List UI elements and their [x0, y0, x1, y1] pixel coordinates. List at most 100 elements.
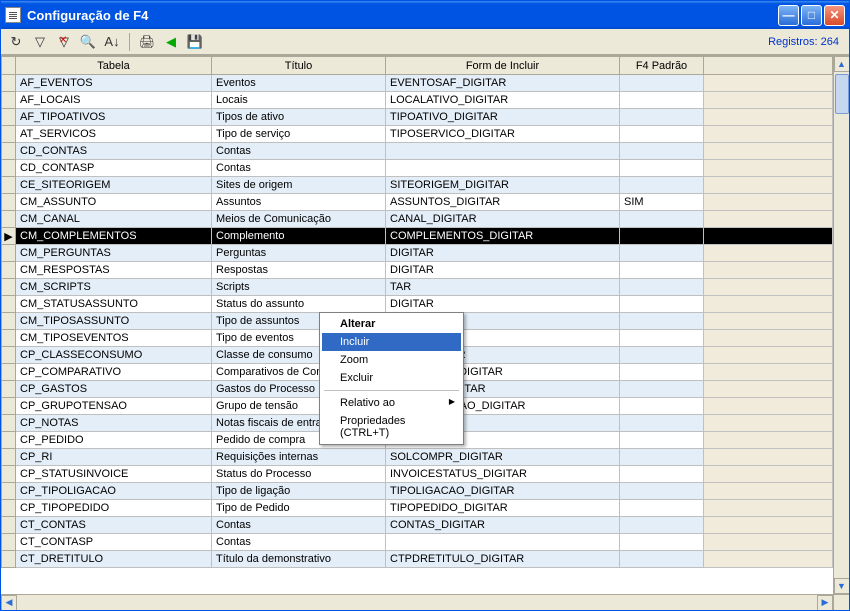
- cell-form[interactable]: SOLCOMPR_DIGITAR: [386, 449, 620, 466]
- menu-item-incluir[interactable]: Incluir: [322, 333, 461, 351]
- cell-form[interactable]: CTPDRETITULO_DIGITAR: [386, 551, 620, 568]
- vertical-scrollbar[interactable]: ▲ ▼: [833, 56, 849, 594]
- cell-padrao[interactable]: [620, 313, 704, 330]
- table-row[interactable]: CP_TIPOLIGACAOTipo de ligaçãoTIPOLIGACAO…: [2, 483, 833, 500]
- cell-titulo[interactable]: Contas: [212, 534, 386, 551]
- cell-tabela[interactable]: CM_STATUSASSUNTO: [16, 296, 212, 313]
- cell-tabela[interactable]: CT_DRETITULO: [16, 551, 212, 568]
- cell-tabela[interactable]: CP_GASTOS: [16, 381, 212, 398]
- cell-padrao[interactable]: [620, 449, 704, 466]
- cell-titulo[interactable]: Tipo de Pedido: [212, 500, 386, 517]
- cell-tabela[interactable]: CP_GRUPOTENSAO: [16, 398, 212, 415]
- cell-padrao[interactable]: [620, 177, 704, 194]
- table-row[interactable]: CM_RESPOSTASRespostasDIGITAR: [2, 262, 833, 279]
- scroll-down-button[interactable]: ▼: [834, 578, 850, 594]
- cell-tabela[interactable]: CD_CONTAS: [16, 143, 212, 160]
- cell-padrao[interactable]: [620, 398, 704, 415]
- table-row[interactable]: CT_CONTASContasCONTAS_DIGITAR: [2, 517, 833, 534]
- cell-padrao[interactable]: [620, 211, 704, 228]
- cell-titulo[interactable]: Eventos: [212, 75, 386, 92]
- menu-item-propriedades-ctrl-t-[interactable]: Propriedades (CTRL+T): [322, 412, 461, 442]
- cell-tabela[interactable]: CM_ASSUNTO: [16, 194, 212, 211]
- cell-tabela[interactable]: AF_EVENTOS: [16, 75, 212, 92]
- cell-titulo[interactable]: Respostas: [212, 262, 386, 279]
- col-padrao[interactable]: F4 Padrão: [620, 57, 704, 75]
- cell-tabela[interactable]: CM_TIPOSEVENTOS: [16, 330, 212, 347]
- save-icon[interactable]: 💾: [186, 33, 204, 51]
- cell-titulo[interactable]: Locais: [212, 92, 386, 109]
- cell-titulo[interactable]: Tipo de ligação: [212, 483, 386, 500]
- table-row[interactable]: CT_CONTASPContas: [2, 534, 833, 551]
- cell-form[interactable]: DIGITAR: [386, 245, 620, 262]
- prev-icon[interactable]: ◀: [162, 33, 180, 51]
- menu-item-relativo-ao[interactable]: Relativo ao: [322, 394, 461, 412]
- cell-tabela[interactable]: CD_CONTASP: [16, 160, 212, 177]
- cell-padrao[interactable]: [620, 347, 704, 364]
- table-row[interactable]: CP_STATUSINVOICEStatus do ProcessoINVOIC…: [2, 466, 833, 483]
- cell-titulo[interactable]: Scripts: [212, 279, 386, 296]
- table-row[interactable]: CP_RIRequisições internasSOLCOMPR_DIGITA…: [2, 449, 833, 466]
- cell-padrao[interactable]: [620, 551, 704, 568]
- cell-tabela[interactable]: CP_TIPOLIGACAO: [16, 483, 212, 500]
- cell-tabela[interactable]: CP_NOTAS: [16, 415, 212, 432]
- cell-padrao[interactable]: [620, 143, 704, 160]
- cell-padrao[interactable]: [620, 262, 704, 279]
- cell-padrao[interactable]: [620, 534, 704, 551]
- cell-form[interactable]: TIPOSERVICO_DIGITAR: [386, 126, 620, 143]
- cell-tabela[interactable]: AF_LOCAIS: [16, 92, 212, 109]
- cell-form[interactable]: DIGITAR: [386, 262, 620, 279]
- clear-filter-icon[interactable]: ▽✕: [55, 33, 73, 51]
- cell-form[interactable]: INVOICESTATUS_DIGITAR: [386, 466, 620, 483]
- cell-padrao[interactable]: [620, 126, 704, 143]
- table-row[interactable]: CD_CONTASContas: [2, 143, 833, 160]
- cell-padrao[interactable]: [620, 160, 704, 177]
- table-row[interactable]: AF_TIPOATIVOSTipos de ativoTIPOATIVO_DIG…: [2, 109, 833, 126]
- cell-padrao[interactable]: [620, 381, 704, 398]
- cell-titulo[interactable]: Requisições internas: [212, 449, 386, 466]
- cell-form[interactable]: TIPOLIGACAO_DIGITAR: [386, 483, 620, 500]
- cell-padrao[interactable]: [620, 517, 704, 534]
- menu-item-excluir[interactable]: Excluir: [322, 369, 461, 387]
- cell-tabela[interactable]: CT_CONTAS: [16, 517, 212, 534]
- cell-padrao[interactable]: [620, 279, 704, 296]
- scroll-left-button[interactable]: ◀: [1, 595, 17, 611]
- table-row[interactable]: ▶CM_COMPLEMENTOSComplementoCOMPLEMENTOS_…: [2, 228, 833, 245]
- cell-padrao[interactable]: SIM: [620, 194, 704, 211]
- cell-padrao[interactable]: [620, 245, 704, 262]
- cell-form[interactable]: SITEORIGEM_DIGITAR: [386, 177, 620, 194]
- cell-padrao[interactable]: [620, 109, 704, 126]
- table-row[interactable]: CP_TIPOPEDIDOTipo de PedidoTIPOPEDIDO_DI…: [2, 500, 833, 517]
- cell-tabela[interactable]: CM_COMPLEMENTOS: [16, 228, 212, 245]
- cell-form[interactable]: ASSUNTOS_DIGITAR: [386, 194, 620, 211]
- refresh-icon[interactable]: ↻: [7, 33, 25, 51]
- table-row[interactable]: CE_SITEORIGEMSites de origemSITEORIGEM_D…: [2, 177, 833, 194]
- menu-item-zoom[interactable]: Zoom: [322, 351, 461, 369]
- table-row[interactable]: CD_CONTASPContas: [2, 160, 833, 177]
- cell-padrao[interactable]: [620, 483, 704, 500]
- cell-titulo[interactable]: Tipo de serviço: [212, 126, 386, 143]
- cell-tabela[interactable]: CM_PERGUNTAS: [16, 245, 212, 262]
- table-row[interactable]: CM_PERGUNTASPerguntasDIGITAR: [2, 245, 833, 262]
- cell-padrao[interactable]: [620, 330, 704, 347]
- cell-form[interactable]: TIPOPEDIDO_DIGITAR: [386, 500, 620, 517]
- cell-tabela[interactable]: CP_COMPARATIVO: [16, 364, 212, 381]
- cell-padrao[interactable]: [620, 500, 704, 517]
- menu-item-alterar[interactable]: Alterar: [322, 315, 461, 333]
- cell-form[interactable]: EVENTOSAF_DIGITAR: [386, 75, 620, 92]
- cell-form[interactable]: TIPOATIVO_DIGITAR: [386, 109, 620, 126]
- cell-tabela[interactable]: CE_SITEORIGEM: [16, 177, 212, 194]
- table-row[interactable]: CM_SCRIPTSScriptsTAR: [2, 279, 833, 296]
- scroll-up-button[interactable]: ▲: [834, 56, 850, 72]
- cell-tabela[interactable]: CP_CLASSECONSUMO: [16, 347, 212, 364]
- cell-titulo[interactable]: Tipos de ativo: [212, 109, 386, 126]
- table-row[interactable]: CM_CANALMeios de ComunicaçãoCANAL_DIGITA…: [2, 211, 833, 228]
- find-icon[interactable]: 🔍: [79, 33, 97, 51]
- table-row[interactable]: CM_ASSUNTOAssuntosASSUNTOS_DIGITARSIM: [2, 194, 833, 211]
- cell-padrao[interactable]: [620, 296, 704, 313]
- cell-tabela[interactable]: CM_SCRIPTS: [16, 279, 212, 296]
- cell-padrao[interactable]: [620, 415, 704, 432]
- cell-titulo[interactable]: Status do Processo: [212, 466, 386, 483]
- cell-tabela[interactable]: CP_RI: [16, 449, 212, 466]
- cell-padrao[interactable]: [620, 364, 704, 381]
- cell-padrao[interactable]: [620, 75, 704, 92]
